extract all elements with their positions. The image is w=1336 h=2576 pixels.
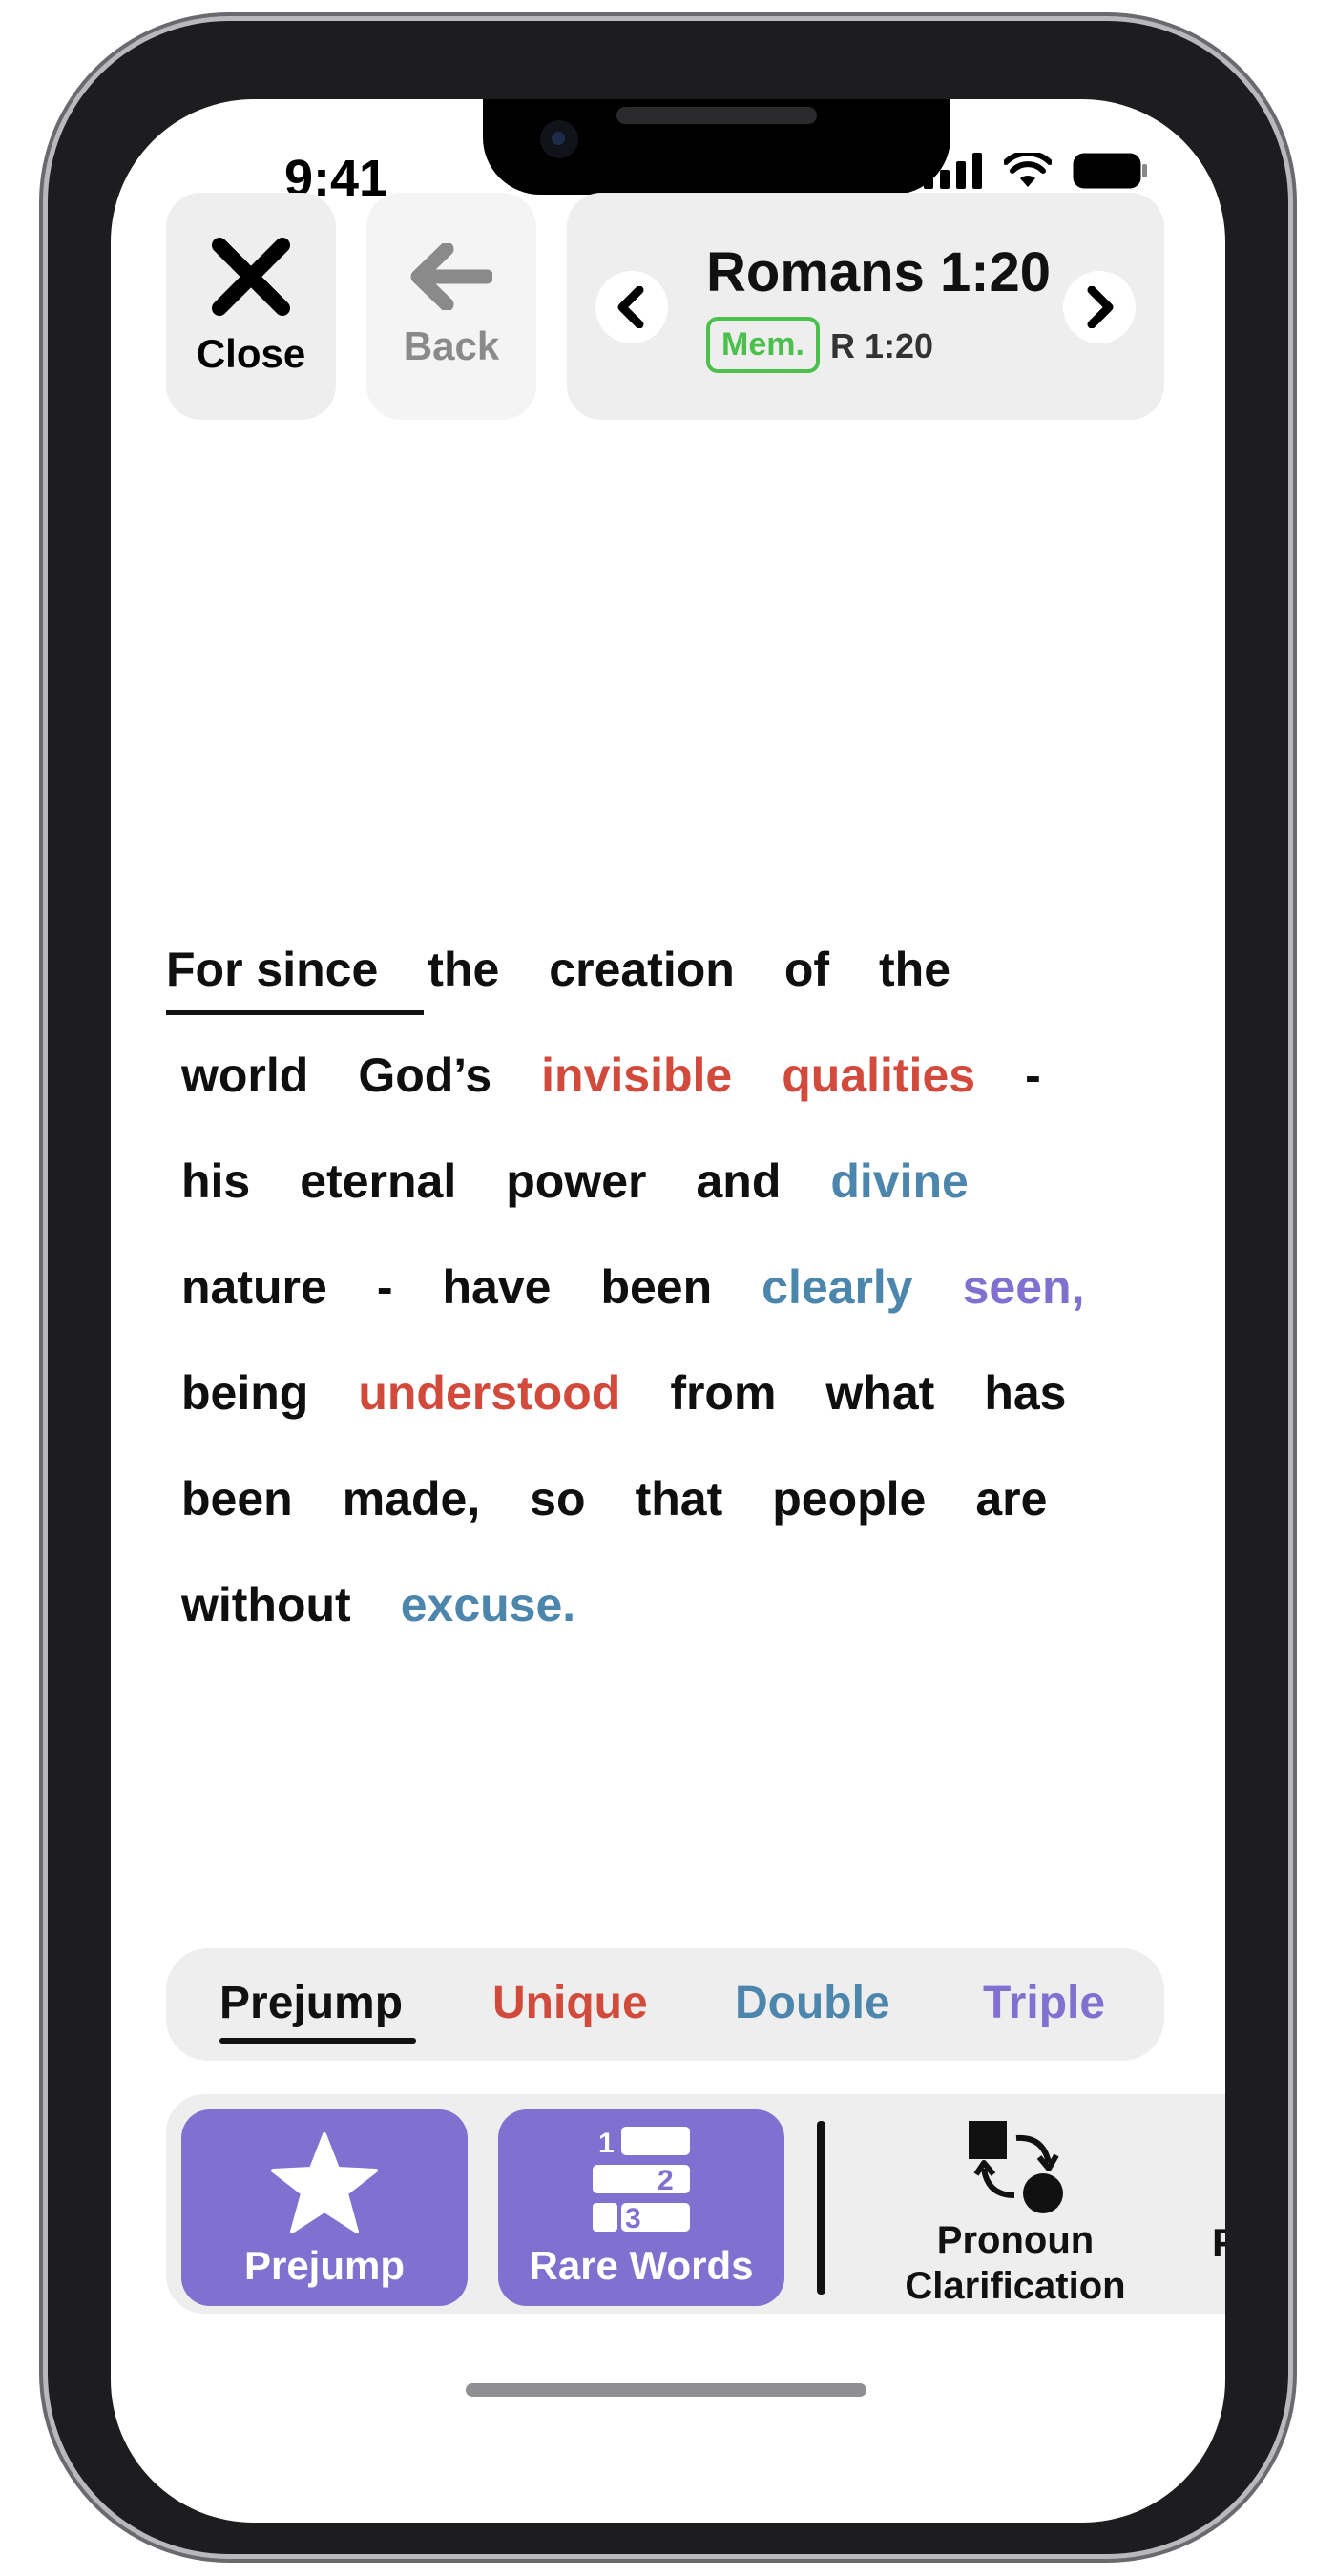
verse-line: without excuse.	[166, 1551, 1120, 1657]
verse-word[interactable]: the	[879, 942, 950, 997]
back-arrow-icon	[410, 243, 492, 310]
verse-word[interactable]: nature	[181, 1259, 327, 1315]
current-position-underline	[166, 1010, 424, 1015]
tab-unique[interactable]: Unique	[492, 1977, 648, 2029]
close-label: Close	[196, 331, 306, 376]
verse-word[interactable]: -	[377, 1259, 393, 1315]
close-icon	[212, 238, 290, 316]
pronoun-clarification-tool-button[interactable]: Pronoun Clarification	[872, 2119, 1159, 2306]
verse-word[interactable]: been	[181, 1471, 293, 1527]
verse-word[interactable]: the	[428, 942, 499, 997]
rare-words-tool-button[interactable]: 1 2 3 Rare Words	[498, 2109, 784, 2306]
verse-text: For since the creation of the world God’s invis…	[166, 916, 1120, 1657]
verse-word[interactable]: his	[181, 1153, 250, 1209]
verse-word[interactable]: understood	[358, 1365, 620, 1421]
chevron-left-icon	[617, 286, 644, 328]
verse-word[interactable]: have	[442, 1259, 551, 1315]
verse-line: nature - have been clearly seen,	[166, 1234, 1120, 1340]
verse-line: For since the creation of the	[166, 916, 1120, 1022]
rank-two: 2	[658, 2165, 674, 2196]
verse-word[interactable]: being	[181, 1365, 308, 1421]
verse-word[interactable]: clearly	[762, 1259, 912, 1315]
pronoun-tool-label-line1: Pronoun	[936, 2219, 1095, 2261]
previous-verse-button[interactable]	[595, 271, 668, 343]
verse-word[interactable]: creation	[549, 942, 735, 997]
verse-word[interactable]: what	[825, 1365, 934, 1421]
speaker	[616, 107, 817, 124]
pronoun-swap-icon	[969, 2121, 1063, 2213]
prejump-tool-label: Prejump	[243, 2243, 406, 2288]
verse-word[interactable]: made,	[343, 1471, 481, 1527]
verse-word[interactable]: of	[784, 942, 829, 997]
rank-one: 1	[598, 2128, 615, 2159]
verse-word[interactable]: invisible	[541, 1048, 732, 1103]
tab-double[interactable]: Double	[735, 1977, 890, 2029]
verse-word[interactable]: divine	[830, 1153, 968, 1209]
verse-word[interactable]: world	[181, 1048, 308, 1103]
tab-triple[interactable]: Triple	[983, 1977, 1105, 2029]
verse-word[interactable]: that	[636, 1471, 723, 1527]
memorized-badge: Mem.	[706, 317, 820, 373]
star-icon	[271, 2132, 378, 2233]
next-verse-button[interactable]	[1063, 271, 1136, 343]
status-icons	[924, 153, 1149, 189]
verse-reference-card: Romans 1:20 Mem. R 1:20	[567, 193, 1164, 420]
notch	[483, 99, 950, 195]
rank-three: 3	[625, 2203, 641, 2234]
active-tab-underline	[219, 2038, 416, 2044]
verse-word[interactable]: For since	[166, 942, 378, 997]
verse-word[interactable]: are	[975, 1471, 1047, 1527]
verse-word[interactable]: without	[181, 1577, 351, 1632]
pronoun-tool-label-line2: Clarification	[905, 2265, 1126, 2307]
home-indicator	[466, 2383, 866, 2397]
wifi-icon	[1004, 153, 1052, 187]
reference-subtitle: R 1:20	[830, 326, 934, 365]
back-button[interactable]: Back	[366, 193, 536, 420]
verse-word[interactable]: from	[670, 1365, 776, 1421]
tool-bar: Prejump 1 2 3 Rare Words Pronoun Clarifi…	[166, 2094, 1225, 2314]
verse-line: been made, so that people are	[166, 1445, 1120, 1551]
category-tabs: Prejump Unique Double Triple	[166, 1948, 1164, 2061]
verse-line: world God’s invisible qualities -	[166, 1022, 1120, 1128]
reference-title: Romans 1:20	[706, 241, 1052, 303]
battery-icon	[1073, 153, 1147, 189]
verse-word[interactable]: been	[600, 1259, 712, 1315]
rare-words-tool-label: Rare Words	[529, 2243, 754, 2288]
next-tool-partial-label[interactable]: F	[1212, 2220, 1225, 2266]
front-camera	[540, 120, 578, 158]
volume-up-button	[40, 714, 48, 901]
verse-word[interactable]: seen,	[963, 1259, 1085, 1315]
verse-word[interactable]: God’s	[358, 1048, 491, 1103]
mute-switch	[40, 530, 48, 622]
verse-word[interactable]: -	[1025, 1048, 1041, 1103]
verse-word[interactable]: so	[530, 1471, 585, 1527]
chevron-right-icon	[1087, 286, 1114, 328]
verse-word[interactable]: and	[696, 1153, 781, 1209]
tool-divider	[817, 2121, 825, 2295]
verse-word[interactable]: eternal	[300, 1153, 456, 1209]
verse-line: his eternal power and divine	[166, 1128, 1120, 1234]
close-button[interactable]: Close	[166, 193, 336, 420]
verse-word[interactable]: has	[984, 1365, 1066, 1421]
verse-word[interactable]: qualities	[782, 1048, 975, 1103]
rare-words-icon: 1 2 3	[593, 2127, 690, 2234]
verse-word[interactable]: power	[506, 1153, 646, 1209]
tab-prejump[interactable]: Prejump	[219, 1977, 403, 2029]
prejump-tool-button[interactable]: Prejump	[181, 2109, 468, 2306]
power-button	[1288, 779, 1296, 1080]
verse-word[interactable]: excuse.	[401, 1577, 575, 1632]
verse-word[interactable]: people	[772, 1471, 926, 1527]
volume-down-button	[40, 954, 48, 1141]
signal-icon	[924, 153, 982, 189]
verse-line: being understood from what has	[166, 1340, 1120, 1445]
back-label: Back	[403, 323, 500, 368]
